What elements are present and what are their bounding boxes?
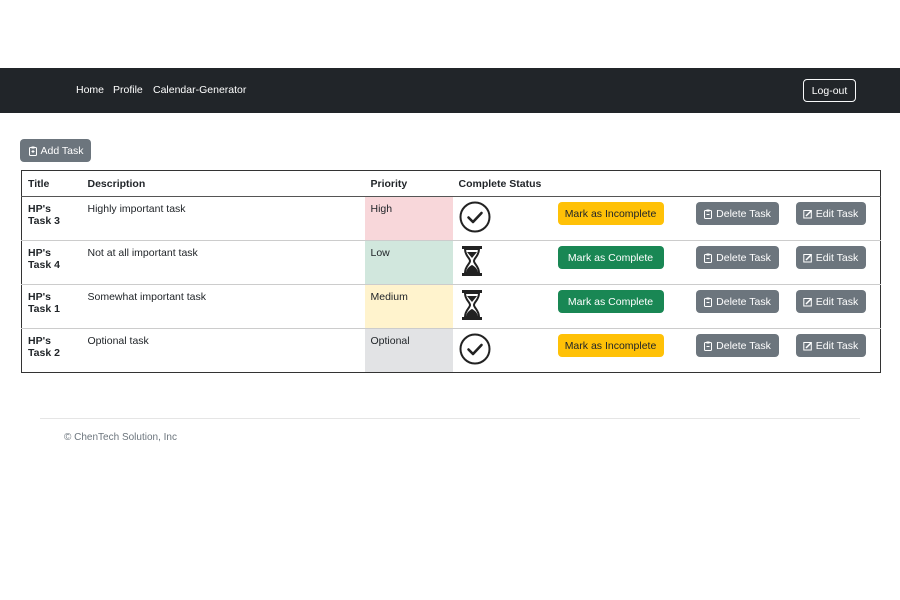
pencil-square-icon bbox=[803, 209, 812, 218]
delete-task-label: Delete Task bbox=[716, 207, 771, 220]
toggle-complete-button[interactable]: Mark as Complete bbox=[557, 290, 664, 313]
edit-task-label: Edit Task bbox=[815, 295, 859, 308]
task-title: HP's Task 1 bbox=[21, 284, 82, 329]
task-description: Not at all important task bbox=[81, 240, 365, 285]
check-circle-icon bbox=[459, 333, 491, 368]
delete-task-label: Delete Task bbox=[716, 251, 771, 264]
header-priority: Priority bbox=[364, 170, 453, 197]
clipboard-plus-icon bbox=[28, 146, 37, 156]
pencil-square-icon bbox=[803, 297, 812, 306]
task-priority: Medium bbox=[364, 284, 453, 329]
task-priority: Low bbox=[364, 240, 453, 285]
table-row: HP's Task 3 Highly important task High M… bbox=[21, 196, 881, 241]
footer-copyright: © ChenTech Solution, Inc bbox=[64, 432, 177, 443]
header-description: Description bbox=[81, 170, 365, 197]
nav-profile[interactable]: Profile bbox=[113, 84, 143, 96]
task-description: Optional task bbox=[81, 328, 365, 373]
task-description: Somewhat important task bbox=[81, 284, 365, 329]
task-priority: Optional bbox=[364, 328, 453, 373]
delete-task-button[interactable]: Delete Task bbox=[695, 334, 779, 357]
pencil-square-icon bbox=[803, 341, 812, 350]
task-table: Title Description Priority Complete Stat… bbox=[21, 170, 881, 373]
task-title: HP's Task 2 bbox=[21, 328, 82, 373]
edit-task-button[interactable]: Edit Task bbox=[795, 202, 866, 225]
edit-task-button[interactable]: Edit Task bbox=[795, 246, 866, 269]
task-title: HP's Task 4 bbox=[21, 240, 82, 285]
toggle-complete-button[interactable]: Mark as Complete bbox=[557, 246, 664, 269]
edit-task-button[interactable]: Edit Task bbox=[795, 334, 866, 357]
task-priority: High bbox=[364, 196, 453, 241]
delete-task-button[interactable]: Delete Task bbox=[695, 202, 779, 225]
delete-task-label: Delete Task bbox=[716, 339, 771, 352]
footer-divider bbox=[40, 418, 860, 419]
task-title: HP's Task 3 bbox=[21, 196, 82, 241]
clipboard-icon bbox=[704, 209, 713, 219]
check-circle-icon bbox=[459, 201, 491, 236]
clipboard-icon bbox=[704, 297, 713, 307]
logout-button[interactable]: Log-out bbox=[803, 79, 856, 102]
hourglass-icon bbox=[459, 246, 485, 280]
nav-calendar-generator[interactable]: Calendar-Generator bbox=[153, 84, 246, 96]
toggle-complete-button[interactable]: Mark as Incomplete bbox=[557, 202, 664, 225]
clipboard-icon bbox=[704, 253, 713, 263]
navbar: Home Profile Calendar-Generator Log-out bbox=[0, 68, 900, 113]
add-task-button[interactable]: Add Task bbox=[20, 139, 91, 162]
pencil-square-icon bbox=[803, 253, 812, 262]
edit-task-label: Edit Task bbox=[815, 207, 859, 220]
table-row: HP's Task 2 Optional task Optional Mark … bbox=[21, 328, 881, 373]
header-title: Title bbox=[21, 170, 82, 197]
add-task-label: Add Task bbox=[40, 144, 84, 157]
table-row: HP's Task 1 Somewhat important task Medi… bbox=[21, 284, 881, 329]
nav-home[interactable]: Home bbox=[76, 84, 104, 96]
header-complete-status: Complete Status bbox=[452, 170, 556, 197]
edit-task-label: Edit Task bbox=[815, 339, 859, 352]
task-description: Highly important task bbox=[81, 196, 365, 241]
delete-task-label: Delete Task bbox=[716, 295, 771, 308]
delete-task-button[interactable]: Delete Task bbox=[695, 246, 779, 269]
delete-task-button[interactable]: Delete Task bbox=[695, 290, 779, 313]
table-row: HP's Task 4 Not at all important task Lo… bbox=[21, 240, 881, 285]
edit-task-label: Edit Task bbox=[815, 251, 859, 264]
toggle-complete-button[interactable]: Mark as Incomplete bbox=[557, 334, 664, 357]
hourglass-icon bbox=[459, 290, 485, 324]
clipboard-icon bbox=[704, 341, 713, 351]
edit-task-button[interactable]: Edit Task bbox=[795, 290, 866, 313]
